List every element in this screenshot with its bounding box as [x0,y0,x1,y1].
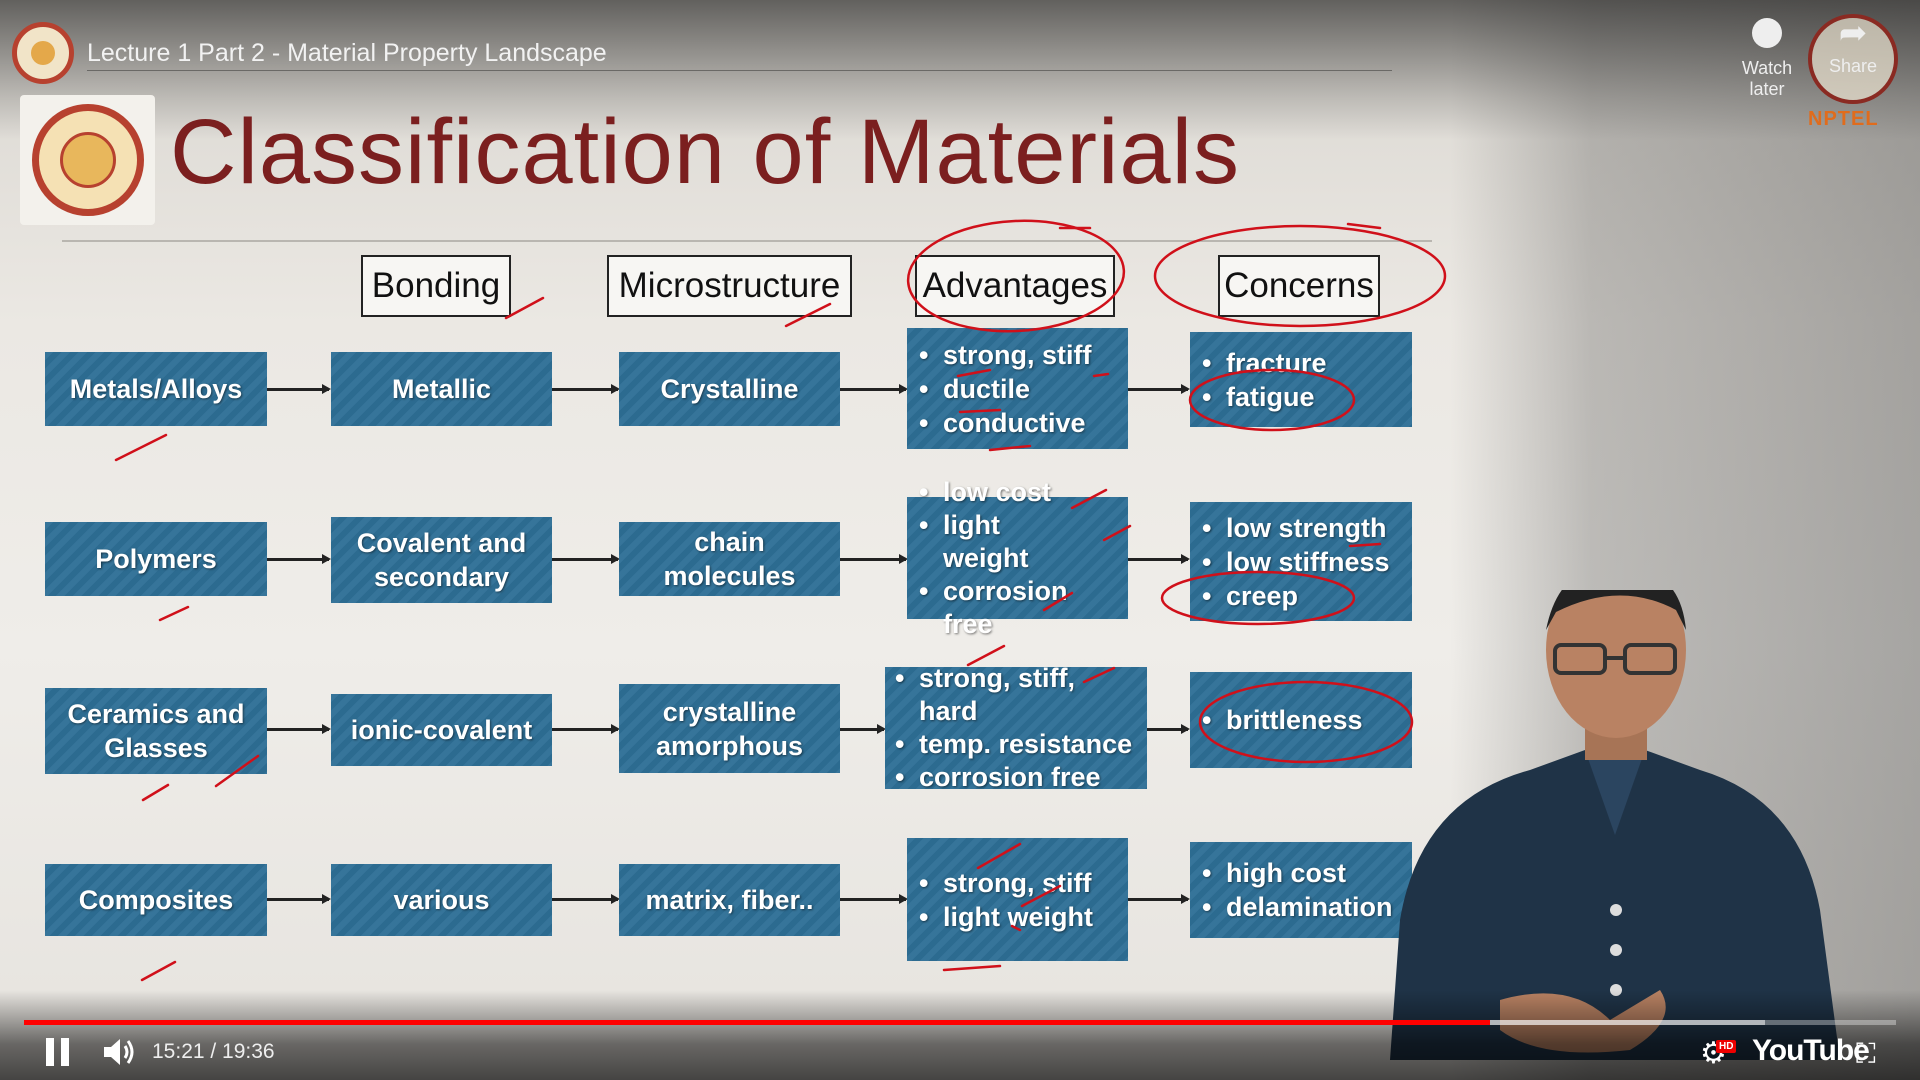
material-box-metals: Metals/Alloys [45,352,267,426]
tick-mark [114,433,168,462]
column-header-bonding: Bonding [361,255,511,317]
tick-mark [141,783,170,802]
progress-bar[interactable] [24,1020,1896,1025]
flow-arrow [840,894,908,904]
tick-mark [140,960,177,982]
advantage-item: corrosion free [911,575,1091,641]
tick-mark [158,605,190,622]
title-divider [62,240,1432,242]
material-box-composites: Composites [45,864,267,936]
advantages-box-composites: strong, stiff light weight [907,838,1128,961]
slide-title: Classification of Materials [170,101,1241,203]
flow-arrow [1128,554,1190,564]
advantage-item: temp. resistance [887,728,1137,761]
share-label: Share [1828,56,1878,76]
concern-item: delamination [1194,890,1393,924]
youtube-logo[interactable]: YouTube [1752,1034,1870,1068]
lecture-slide: Classification of Materials Bonding Micr… [0,0,1920,1080]
column-header-advantages: Advantages [915,255,1115,317]
flow-arrow [267,384,331,394]
concern-item: high cost [1194,856,1393,890]
column-header-concerns: Concerns [1218,255,1380,317]
share-button[interactable]: ➦ Share [1818,14,1888,77]
flow-arrow [840,384,908,394]
microstructure-box-metals: Crystalline [619,352,840,426]
pause-button[interactable] [46,1038,70,1066]
flow-arrow [267,554,331,564]
advantage-item: strong, stiff, hard [887,662,1137,728]
flow-arrow [552,894,620,904]
tick-mark [504,296,545,320]
flow-arrow [552,384,620,394]
concerns-box-polymers: low strength low stiffness creep [1190,502,1412,621]
time-display: 15:21 / 19:36 [152,1040,275,1063]
concern-item: brittleness [1194,703,1363,737]
advantage-item: low cost [911,476,1091,509]
underline-mark [1346,222,1382,230]
channel-avatar[interactable] [12,22,74,84]
advantage-item: ductile [911,372,1092,406]
flow-arrow [840,724,886,734]
flow-arrow [1128,894,1190,904]
microstructure-box-composites: matrix, fiber.. [619,864,840,936]
watch-later-button[interactable]: Watch later [1722,18,1812,100]
watch-later-label: Watch later [1741,58,1793,99]
advantages-box-metals: strong, stiff ductile conductive [907,328,1128,449]
material-box-ceramics: Ceramics and Glasses [45,688,267,774]
controls-gradient [0,990,1920,1080]
advantages-box-polymers: low cost light weight corrosion free [907,476,1128,639]
concerns-box-metals: fracture fatigue [1190,332,1412,427]
bonding-box-polymers: Covalent and secondary [331,517,552,603]
concerns-box-ceramics: brittleness [1190,672,1412,768]
bonding-box-composites: various [331,864,552,936]
concern-item: low stiffness [1194,545,1390,579]
bonding-box-ceramics: ionic-covalent [331,694,552,766]
material-box-polymers: Polymers [45,522,267,596]
flow-arrow [1128,384,1190,394]
concern-item: creep [1194,579,1390,613]
progress-fill [24,1020,1490,1025]
flow-arrow [840,554,908,564]
pause-icon [46,1038,54,1066]
advantage-item: conductive [911,406,1092,440]
flow-arrow [1147,724,1190,734]
video-title[interactable]: Lecture 1 Part 2 - Material Property Lan… [87,39,607,68]
volume-icon[interactable] [102,1036,136,1068]
flow-arrow [552,554,620,564]
flow-arrow [267,724,331,734]
advantages-box-ceramics: strong, stiff, hard temp. resistance cor… [885,662,1147,794]
clock-icon [1752,18,1782,48]
concern-item: fracture [1194,346,1327,380]
advantage-item: strong, stiff [911,866,1093,900]
nptel-watermark: NPTEL [1808,108,1879,130]
share-arrow-icon: ➦ [1838,14,1868,52]
bonding-box-metals: Metallic [331,352,552,426]
advantage-item: corrosion free [887,761,1137,794]
flow-arrow [552,724,620,734]
iit-madras-logo [20,95,155,225]
microstructure-box-ceramics: crystalline amorphous [619,684,840,773]
concern-item: fatigue [1194,380,1327,414]
concerns-box-composites: high cost delamination [1190,842,1412,938]
advantage-item: strong, stiff [911,338,1092,372]
advantage-item: light weight [911,509,1091,575]
concern-item: low strength [1194,511,1390,545]
title-rule [87,70,1392,71]
hd-badge: HD [1716,1040,1737,1053]
column-header-microstructure: Microstructure [607,255,852,317]
flow-arrow [267,894,331,904]
advantage-item: light weight [911,900,1093,934]
underline-mark [942,964,1002,972]
exit-fullscreen-icon[interactable]: ⛶ [1856,1038,1876,1071]
microstructure-box-polymers: chain molecules [619,522,840,596]
